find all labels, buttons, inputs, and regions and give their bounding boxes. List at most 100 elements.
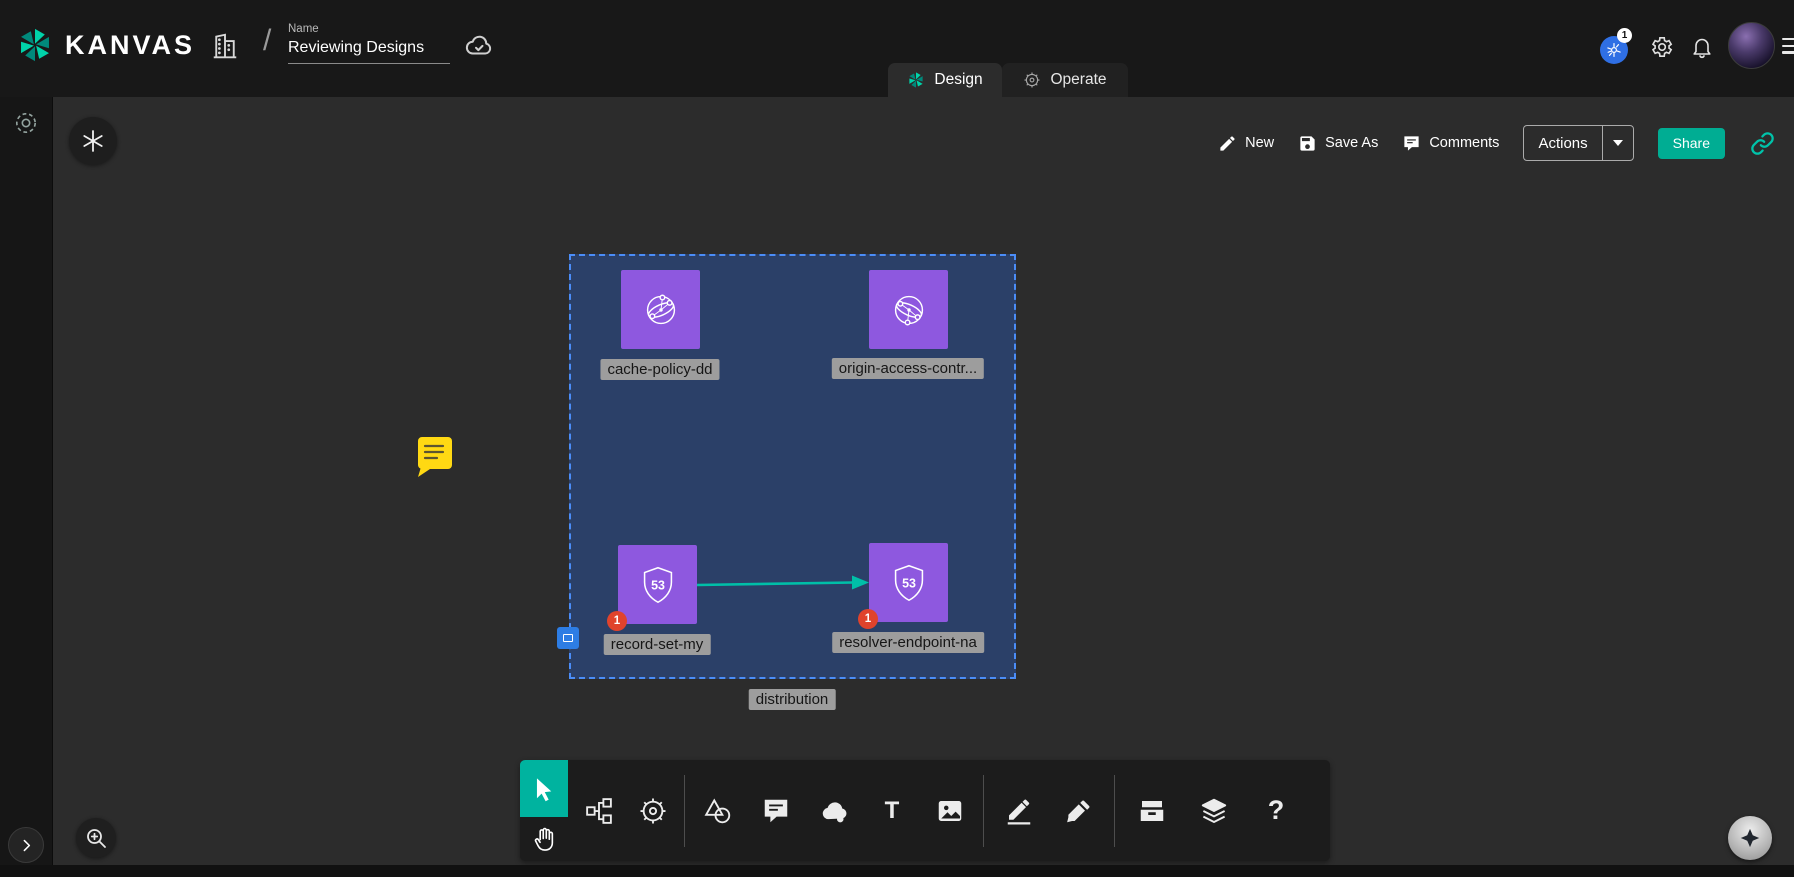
- context-count-badge: 1: [1617, 28, 1632, 43]
- node-cache-policy[interactable]: [621, 270, 700, 349]
- node-label-record-set[interactable]: record-set-my: [604, 634, 711, 655]
- flowchart-icon: [584, 796, 614, 826]
- sync-status-icon[interactable]: [464, 31, 494, 66]
- zoom-in-icon: [84, 826, 108, 850]
- comment-pin-icon: [414, 435, 454, 479]
- gear-icon: [1648, 34, 1674, 60]
- design-tab-icon: [907, 71, 925, 89]
- zoom-in-button[interactable]: [76, 818, 116, 858]
- save-icon: [1298, 134, 1317, 153]
- new-button-label: New: [1245, 135, 1274, 151]
- organization-icon[interactable]: [210, 31, 240, 66]
- edge-record-set-to-resolver[interactable]: [693, 571, 873, 597]
- actions-dropdown-caret[interactable]: [1602, 126, 1633, 160]
- issue-count-badge[interactable]: 1: [858, 609, 878, 629]
- kubernetes-components-button[interactable]: [636, 790, 670, 832]
- comment-bubble-icon: [761, 796, 791, 826]
- canvas-action-bar: New Save As Comments Actions Share: [1218, 123, 1776, 163]
- annotation-tools-group: T: [685, 760, 983, 861]
- catalog-shortcut-button[interactable]: [69, 117, 117, 165]
- assistant-button[interactable]: [1728, 816, 1772, 860]
- group-label-distribution[interactable]: distribution: [749, 689, 836, 710]
- expand-sidebar-button[interactable]: [8, 827, 44, 863]
- node-record-set[interactable]: 53 1: [618, 545, 697, 624]
- share-button[interactable]: Share: [1658, 128, 1725, 159]
- operate-tab-icon: [1023, 71, 1041, 89]
- node-resolver-endpoint[interactable]: 53 1: [869, 543, 948, 622]
- helm-wheel-icon: [638, 796, 668, 826]
- help-tool-button[interactable]: ?: [1259, 790, 1293, 832]
- user-avatar[interactable]: [1728, 22, 1775, 69]
- node-origin-access-control[interactable]: [869, 270, 948, 349]
- design-name-input[interactable]: [288, 35, 450, 64]
- app-header: KANVAS / Name Design: [0, 0, 1794, 97]
- link-icon: [1749, 130, 1776, 157]
- pencil-draw-icon: [1004, 796, 1034, 826]
- new-button[interactable]: New: [1218, 134, 1274, 153]
- kanvas-brand[interactable]: KANVAS: [16, 26, 195, 64]
- breadcrumb-separator: /: [263, 24, 271, 58]
- comments-button[interactable]: Comments: [1402, 134, 1499, 153]
- save-as-button[interactable]: Save As: [1298, 134, 1378, 153]
- mode-tabs: Design Operate: [888, 63, 1128, 97]
- node-label-cache-policy[interactable]: cache-policy-dd: [600, 359, 719, 380]
- cursor-icon: [531, 776, 557, 802]
- sticker-tool-button[interactable]: [817, 790, 851, 832]
- tools-dock: T: [520, 760, 1330, 861]
- node-label-resolver-endpoint[interactable]: resolver-endpoint-na: [832, 632, 984, 653]
- svg-text:53: 53: [902, 576, 916, 590]
- tab-design[interactable]: Design: [888, 63, 1002, 97]
- text-tool-button[interactable]: T: [875, 790, 909, 832]
- actions-button-label[interactable]: Actions: [1524, 126, 1601, 160]
- chevron-right-icon: [18, 837, 35, 854]
- collapse-glyph-icon: [563, 634, 573, 642]
- shapes-icon: [703, 796, 733, 826]
- spark-icon: [1739, 827, 1761, 849]
- comment-icon: [1402, 134, 1421, 153]
- operate-tab-label: Operate: [1050, 71, 1106, 89]
- pan-tool-button[interactable]: [520, 817, 568, 861]
- chevron-down-icon: [1613, 140, 1623, 146]
- kubernetes-context-button[interactable]: 1: [1600, 36, 1628, 64]
- group-collapse-handle[interactable]: [557, 627, 579, 649]
- menu-icon[interactable]: [1782, 38, 1794, 58]
- cloudfront-origin-access-icon: [886, 287, 932, 333]
- component-tools-group: [568, 760, 684, 861]
- text-tool-glyph: T: [885, 797, 900, 825]
- comment-tool-button[interactable]: [759, 790, 793, 832]
- canvas-comment-marker[interactable]: [414, 435, 454, 484]
- help-glyph: ?: [1268, 795, 1285, 826]
- pen-nib-icon: [1064, 796, 1094, 826]
- components-tool-button[interactable]: [582, 790, 616, 832]
- freehand-draw-button[interactable]: [1002, 790, 1036, 832]
- select-tool-button[interactable]: [520, 760, 568, 817]
- svg-text:53: 53: [651, 578, 665, 592]
- tab-operate[interactable]: Operate: [1002, 63, 1128, 97]
- hand-icon: [531, 826, 557, 852]
- design-canvas[interactable]: New Save As Comments Actions Share: [53, 97, 1794, 877]
- blob-shapes-icon: [819, 796, 849, 826]
- notifications-button[interactable]: [1690, 35, 1714, 59]
- layers-tool-button[interactable]: [1197, 790, 1231, 832]
- route53-resolver-endpoint-icon: 53: [886, 560, 932, 606]
- save-as-button-label: Save As: [1325, 135, 1378, 151]
- drawer-tool-button[interactable]: [1135, 790, 1169, 832]
- node-label-origin-access[interactable]: origin-access-contr...: [832, 358, 984, 379]
- pointer-tools-column: [520, 760, 568, 861]
- pen-tool-button[interactable]: [1062, 790, 1096, 832]
- workspace-switcher-icon[interactable]: [13, 110, 39, 141]
- settings-button[interactable]: [1648, 34, 1674, 60]
- pencil-icon: [1218, 134, 1237, 153]
- brand-wordmark: KANVAS: [65, 30, 195, 61]
- image-tool-button[interactable]: [933, 790, 967, 832]
- copy-link-button[interactable]: [1749, 130, 1776, 157]
- cloudfront-cache-policy-icon: [638, 287, 684, 333]
- route53-record-set-icon: 53: [635, 562, 681, 608]
- shapes-tool-button[interactable]: [701, 790, 735, 832]
- comments-button-label: Comments: [1429, 135, 1499, 151]
- actions-split-button[interactable]: Actions: [1523, 125, 1633, 161]
- design-name-group: Name: [288, 23, 450, 64]
- layers-icon: [1199, 796, 1229, 826]
- issue-count-badge[interactable]: 1: [607, 611, 627, 631]
- asterisk-icon: [81, 129, 105, 153]
